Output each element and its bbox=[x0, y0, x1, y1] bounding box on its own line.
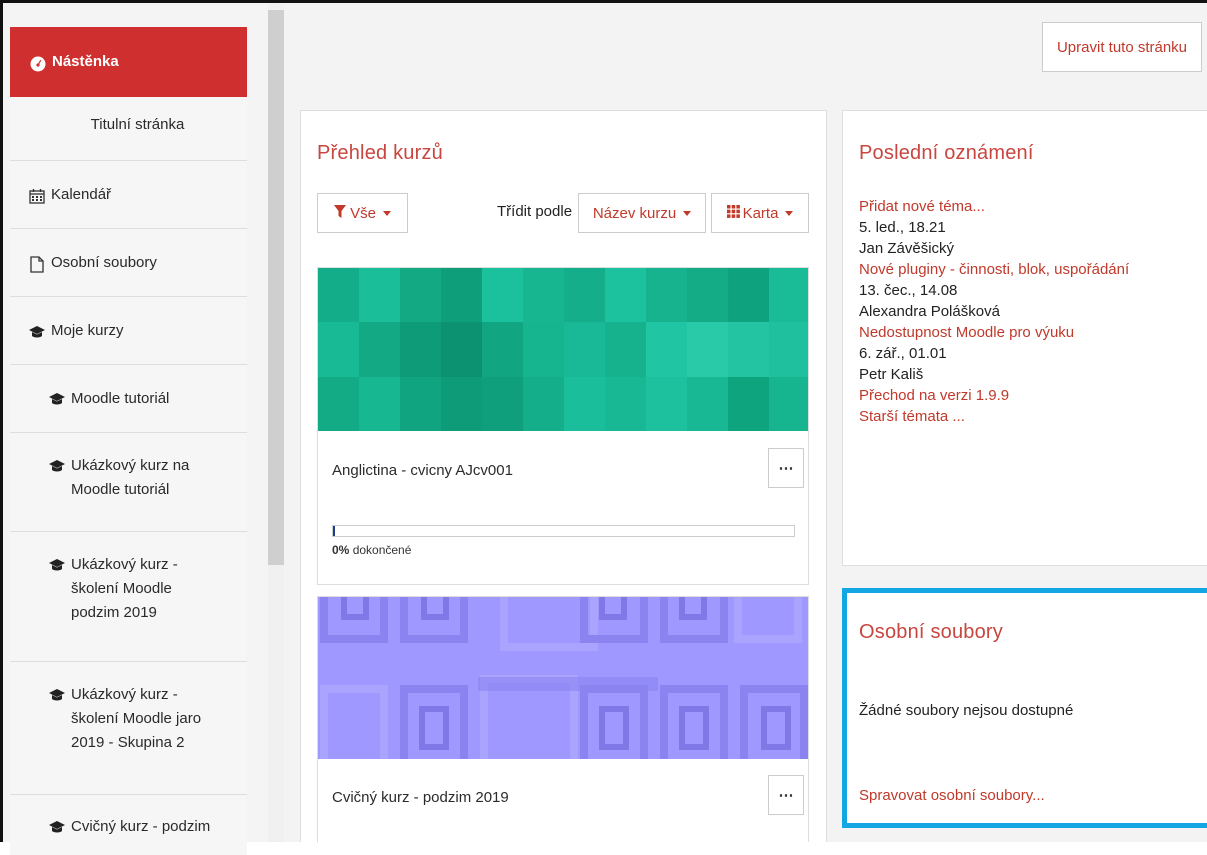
sidebar-item-course-autumn-2019[interactable]: Ukázkový kurz - školení Moodle podzim 20… bbox=[10, 532, 247, 662]
course-menu-button[interactable]: ⋯ bbox=[768, 775, 804, 815]
course-progress-bar bbox=[332, 525, 795, 537]
announcement-date: 13. čec., 14.08 bbox=[859, 282, 958, 299]
private-files-empty-text: Žádné soubory nejsou dostupné bbox=[859, 702, 1074, 719]
sidebar-item-label: Ukázkový kurz - školení Moodle podzim 20… bbox=[71, 556, 178, 621]
chevron-down-icon bbox=[785, 210, 794, 216]
chevron-down-icon bbox=[683, 210, 692, 216]
view-value: Karta bbox=[742, 204, 779, 222]
sidebar-item-label: Moodle tutoriál bbox=[71, 389, 170, 407]
private-files-title: Osobní soubory bbox=[859, 621, 1003, 643]
graduation-cap-icon bbox=[48, 686, 66, 704]
announcement-link[interactable]: Nedostupnost Moodle pro výuku bbox=[859, 324, 1074, 341]
course-name[interactable]: Cvičný kurz - podzim 2019 bbox=[332, 789, 509, 806]
sidebar-item-course-moodle-tutorial[interactable]: Moodle tutoriál bbox=[10, 365, 247, 433]
course-card[interactable]: Cvičný kurz - podzim 2019 ⋯ bbox=[317, 596, 809, 842]
dashboard-icon bbox=[29, 55, 47, 73]
older-topics-link[interactable]: Starší témata ... bbox=[859, 408, 965, 425]
announcement-author: Jan Závěšický bbox=[859, 240, 955, 257]
announcement-date: 6. zář., 01.01 bbox=[859, 345, 947, 362]
sidebar-item-course-practice[interactable]: Cvičný kurz - podzim bbox=[10, 795, 247, 855]
sidebar-item-label: Cvičný kurz - podzim bbox=[71, 818, 211, 835]
sidebar-item-label: Nástěnka bbox=[52, 53, 119, 70]
view-dropdown[interactable]: Karta bbox=[711, 193, 809, 233]
sidebar-item-label: Titulní stránka bbox=[90, 116, 185, 133]
sidebar-scrollbar-thumb[interactable] bbox=[268, 10, 284, 565]
filter-dropdown[interactable]: Vše bbox=[317, 193, 408, 233]
sidebar-nav: Nástěnka Titulní stránka Kalendář Osobní… bbox=[10, 27, 247, 855]
announcement-author: Alexandra Polášková bbox=[859, 303, 1000, 320]
graduation-cap-icon bbox=[48, 390, 66, 408]
graduation-cap-icon bbox=[48, 818, 66, 836]
announcement-author: Petr Kališ bbox=[859, 366, 924, 383]
course-card[interactable]: Anglictina - cvicny AJcv001 ⋯ 0% dokonče… bbox=[317, 267, 809, 585]
progress-fill bbox=[333, 526, 335, 536]
course-name[interactable]: Anglictina - cvicny AJcv001 bbox=[332, 462, 513, 479]
announcements-title: Poslední oznámení bbox=[859, 142, 1034, 164]
edit-page-button[interactable]: Upravit tuto stránku bbox=[1042, 22, 1202, 72]
file-icon bbox=[28, 255, 46, 273]
announcement-date: 5. led., 18.21 bbox=[859, 219, 946, 236]
sidebar-item-label: Moje kurzy bbox=[51, 321, 124, 339]
sidebar-item-course-spring-2019[interactable]: Ukázkový kurz - školení Moodle jaro 2019… bbox=[10, 662, 247, 795]
sidebar-item-label: Ukázkový kurz - školení Moodle jaro 2019… bbox=[71, 686, 202, 751]
grid-icon bbox=[726, 204, 740, 222]
filter-label: Vše bbox=[350, 204, 376, 222]
sidebar-item-private-files[interactable]: Osobní soubory bbox=[10, 229, 247, 297]
announcement-link[interactable]: Přidat nové téma... bbox=[859, 198, 985, 215]
course-image-pattern-purple[interactable] bbox=[318, 597, 808, 759]
graduation-cap-icon bbox=[48, 457, 66, 475]
calendar-icon bbox=[28, 187, 46, 205]
sidebar-item-label: Ukázkový kurz na Moodle tutoriál bbox=[71, 457, 190, 498]
course-menu-button[interactable]: ⋯ bbox=[768, 448, 804, 488]
course-overview-title: Přehled kurzů bbox=[317, 142, 443, 164]
sidebar-item-my-courses[interactable]: Moje kurzy bbox=[10, 297, 247, 365]
sidebar-item-course-sample[interactable]: Ukázkový kurz na Moodle tutoriál bbox=[10, 433, 247, 532]
announcement-link[interactable]: Nové pluginy - činnosti, blok, uspořádán… bbox=[859, 261, 1129, 278]
chevron-down-icon bbox=[382, 210, 391, 216]
sidebar-item-label: Kalendář bbox=[51, 185, 112, 203]
sidebar-item-label: Osobní soubory bbox=[51, 253, 157, 271]
course-progress-text: 0% dokončené bbox=[332, 543, 412, 557]
sort-value: Název kurzu bbox=[592, 204, 677, 222]
filter-icon bbox=[334, 204, 347, 222]
announcements-list: Přidat nové téma... 5. led., 18.21 Jan Z… bbox=[859, 197, 1204, 428]
sidebar-item-calendar[interactable]: Kalendář bbox=[10, 161, 247, 229]
manage-private-files-link[interactable]: Spravovat osobní soubory... bbox=[859, 787, 1045, 804]
sidebar-item-home[interactable]: Titulní stránka bbox=[10, 97, 247, 161]
announcement-link[interactable]: Přechod na verzi 1.9.9 bbox=[859, 387, 1009, 404]
sort-label: Třídit podle bbox=[497, 203, 573, 220]
graduation-cap-icon bbox=[28, 323, 46, 341]
graduation-cap-icon bbox=[48, 556, 66, 574]
sort-dropdown[interactable]: Název kurzu bbox=[578, 193, 706, 233]
sidebar-item-dashboard[interactable]: Nástěnka bbox=[10, 27, 247, 97]
course-image-pattern-green[interactable] bbox=[318, 268, 808, 431]
